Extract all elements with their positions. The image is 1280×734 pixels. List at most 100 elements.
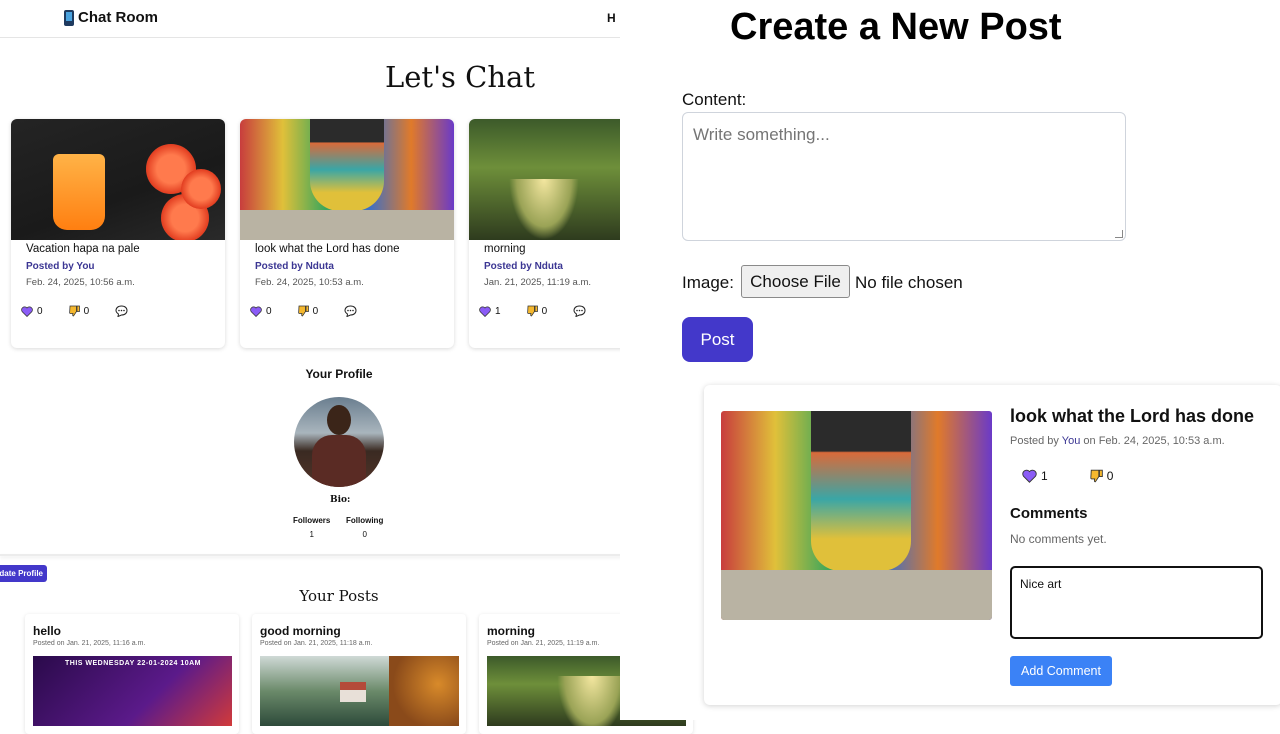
- heart-icon: [21, 305, 33, 317]
- add-comment-button[interactable]: Add Comment: [1010, 656, 1112, 686]
- post-title[interactable]: morning: [487, 624, 535, 638]
- post-detail-title: look what the Lord has done: [1010, 406, 1255, 426]
- mural-shape: [310, 119, 384, 211]
- comment-button[interactable]: [344, 305, 357, 317]
- dislike-count: 0: [312, 305, 319, 317]
- avatar-body-shape: [312, 435, 366, 487]
- forest-path-shape: [509, 179, 579, 240]
- comment-textarea[interactable]: Nice art: [1010, 566, 1263, 639]
- heart-icon: [479, 305, 491, 317]
- autumn-tree-shape: [389, 656, 459, 726]
- like-button[interactable]: 1: [1022, 469, 1048, 483]
- navbar: Chat Room H: [0, 0, 620, 38]
- post-detail-meta: Posted by You on Feb. 24, 2025, 10:53 a.…: [1010, 435, 1225, 447]
- feed-date: Feb. 24, 2025, 10:56 a.m.: [26, 277, 135, 288]
- create-post-title: Create a New Post: [730, 6, 1062, 48]
- meta-author-link[interactable]: You: [1062, 435, 1081, 447]
- post-button[interactable]: Post: [682, 317, 753, 362]
- feed-image[interactable]: [240, 119, 454, 240]
- like-count: 1: [1041, 469, 1048, 483]
- choose-file-button[interactable]: Choose File: [741, 265, 850, 298]
- content-textarea[interactable]: [682, 112, 1126, 241]
- mural-ground: [240, 210, 454, 240]
- comment-icon: [344, 305, 357, 317]
- lake-house-shape: [340, 682, 366, 702]
- feed-author: Posted by You: [26, 261, 95, 272]
- feed-image[interactable]: [11, 119, 225, 240]
- post-date: Posted on Jan. 21, 2025, 11:16 a.m.: [33, 640, 146, 647]
- your-post-card[interactable]: hello Posted on Jan. 21, 2025, 11:16 a.m…: [25, 614, 239, 734]
- resize-grip-icon[interactable]: [1115, 230, 1123, 238]
- meta-suffix: on Feb. 24, 2025, 10:53 a.m.: [1080, 435, 1225, 447]
- feed-date: Feb. 24, 2025, 10:53 a.m.: [255, 277, 364, 288]
- dislike-button[interactable]: 0: [526, 305, 547, 317]
- following-stat[interactable]: Following 0: [346, 516, 383, 539]
- your-posts-title: Your Posts: [299, 587, 379, 605]
- heart-icon: [250, 305, 262, 317]
- like-count: 0: [37, 305, 43, 317]
- content-label: Content:: [682, 90, 747, 109]
- chat-room-panel: Chat Room H Let's Chat Vacation hapa na …: [0, 0, 620, 720]
- profile-title: Your Profile: [305, 367, 373, 381]
- detail-actions: 1 0: [1022, 469, 1155, 483]
- post-title[interactable]: hello: [33, 624, 61, 638]
- thumbs-down-icon: [68, 305, 80, 317]
- thumbs-down-icon: [297, 305, 309, 317]
- bio-label: Bio:: [330, 495, 351, 505]
- meta-prefix: Posted by: [1010, 435, 1062, 447]
- forest-path-shape: [557, 676, 627, 726]
- phone-icon: [64, 9, 74, 26]
- page-title: Let's Chat: [385, 60, 535, 94]
- dislike-button[interactable]: 0: [297, 305, 319, 317]
- feed-actions: 1 0: [479, 305, 612, 317]
- post-image[interactable]: THIS WEDNESDAY 22-01-2024 10AM: [33, 656, 232, 726]
- post-date: Posted on Jan. 21, 2025, 11:19 a.m.: [487, 640, 600, 647]
- like-button[interactable]: 1: [479, 306, 501, 317]
- feed-title[interactable]: Vacation hapa na pale: [26, 243, 140, 255]
- comment-icon: [115, 305, 128, 317]
- like-count: 1: [495, 305, 501, 317]
- feed-title[interactable]: morning: [484, 243, 526, 255]
- comment-icon: [573, 305, 586, 317]
- post-image[interactable]: [260, 656, 459, 726]
- no-file-text: No file chosen: [855, 273, 963, 292]
- brand-label: Chat Room: [78, 9, 158, 26]
- update-profile-button[interactable]: date Profile: [0, 565, 47, 582]
- mural-shape: [811, 411, 911, 571]
- like-button[interactable]: 0: [250, 306, 272, 317]
- nav-link-home[interactable]: H: [607, 11, 616, 25]
- dislike-count: 0: [1106, 469, 1114, 483]
- feed-author: Posted by Nduta: [255, 261, 334, 272]
- followers-stat[interactable]: Followers 1: [293, 516, 330, 539]
- dislike-button[interactable]: 0: [68, 305, 89, 317]
- no-comments-text: No comments yet.: [1010, 532, 1107, 546]
- profile-divider: [0, 554, 693, 556]
- comment-button[interactable]: [573, 305, 586, 317]
- feed-actions: 0 0: [250, 305, 383, 317]
- your-post-card[interactable]: good morning Posted on Jan. 21, 2025, 11…: [252, 614, 466, 734]
- brand-link[interactable]: Chat Room: [64, 9, 158, 26]
- like-button[interactable]: 0: [21, 306, 43, 317]
- mural-ground: [721, 570, 992, 620]
- dislike-button[interactable]: 0: [1090, 469, 1114, 483]
- feed-title[interactable]: look what the Lord has done: [255, 243, 400, 255]
- post-title[interactable]: good morning: [260, 624, 341, 638]
- comments-heading: Comments: [1010, 505, 1088, 522]
- thumbs-down-icon: [526, 305, 538, 317]
- feed-author: Posted by Nduta: [484, 261, 563, 272]
- orange-slice: [181, 169, 221, 209]
- avatar[interactable]: [294, 397, 384, 487]
- feed-card[interactable]: look what the Lord has done Posted by Nd…: [240, 119, 454, 348]
- like-count: 0: [266, 305, 272, 317]
- post-detail-image[interactable]: [721, 411, 992, 620]
- post-detail-card: look what the Lord has done Posted by Yo…: [704, 385, 1280, 705]
- event-poster-text: THIS WEDNESDAY 22-01-2024 10AM: [65, 660, 201, 667]
- following-label: Following: [346, 516, 384, 525]
- feed-image[interactable]: [469, 119, 620, 240]
- following-count: 0: [362, 530, 367, 539]
- comment-button[interactable]: [115, 305, 128, 317]
- feed-card[interactable]: Vacation hapa na pale Posted by You Feb.…: [11, 119, 225, 348]
- juice-glass-shape: [53, 154, 105, 230]
- feed-card[interactable]: morning Posted by Nduta Jan. 21, 2025, 1…: [469, 119, 620, 348]
- thumbs-down-icon: [1090, 469, 1103, 483]
